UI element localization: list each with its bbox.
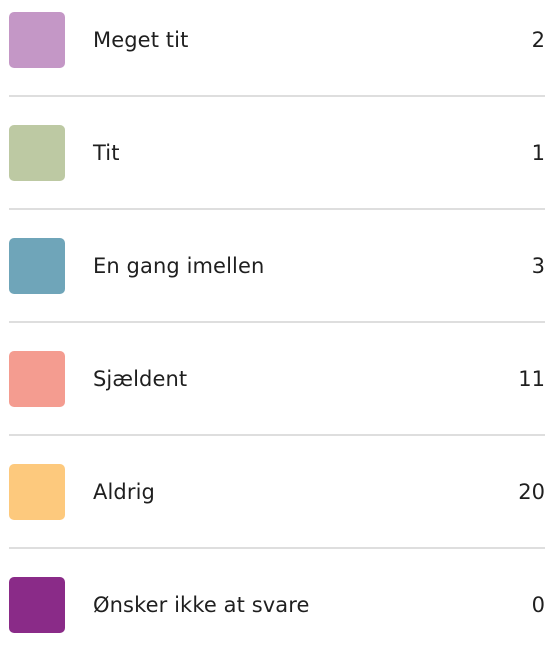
row-divider bbox=[9, 547, 545, 549]
legend-list: Meget tit 2 Tit 1 En gang imellen 3 Sjældent 11… bbox=[0, 0, 549, 653]
row-divider bbox=[9, 208, 545, 210]
legend-value: 3 bbox=[531, 254, 545, 278]
legend-row: Sjældent 11 bbox=[0, 351, 549, 407]
color-swatch bbox=[9, 238, 65, 294]
color-swatch bbox=[9, 464, 65, 520]
row-divider bbox=[9, 95, 545, 97]
row-divider bbox=[9, 434, 545, 436]
row-divider bbox=[9, 321, 545, 323]
legend-label: Ønsker ikke at svare bbox=[93, 593, 310, 617]
legend-label: Meget tit bbox=[93, 28, 189, 52]
legend-value: 11 bbox=[518, 367, 545, 391]
legend-value: 1 bbox=[531, 141, 545, 165]
legend-row: Tit 1 bbox=[0, 125, 549, 181]
legend-row: Aldrig 20 bbox=[0, 464, 549, 520]
legend-row: Ønsker ikke at svare 0 bbox=[0, 577, 549, 633]
legend-value: 20 bbox=[518, 480, 545, 504]
legend-row: En gang imellen 3 bbox=[0, 238, 549, 294]
color-swatch bbox=[9, 12, 65, 68]
color-swatch bbox=[9, 351, 65, 407]
legend-value: 2 bbox=[531, 28, 545, 52]
legend-label: En gang imellen bbox=[93, 254, 265, 278]
legend-label: Sjældent bbox=[93, 367, 188, 391]
legend-label: Tit bbox=[93, 141, 120, 165]
legend-row: Meget tit 2 bbox=[0, 12, 549, 68]
color-swatch bbox=[9, 577, 65, 633]
legend-label: Aldrig bbox=[93, 480, 155, 504]
color-swatch bbox=[9, 125, 65, 181]
legend-value: 0 bbox=[531, 593, 545, 617]
